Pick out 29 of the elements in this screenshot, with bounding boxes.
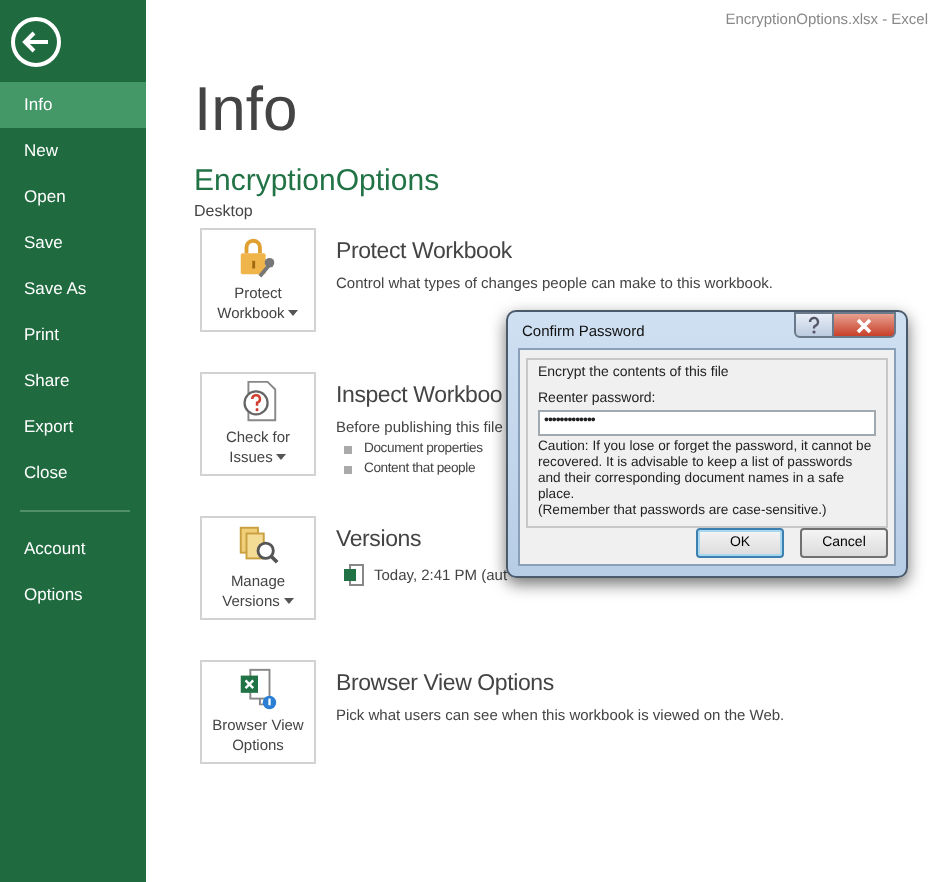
- section-heading: Versions: [336, 526, 424, 556]
- help-button[interactable]: [794, 312, 834, 338]
- section-heading: Inspect Workboo: [336, 382, 503, 412]
- close-icon: [856, 317, 872, 333]
- file-location: Desktop: [194, 202, 255, 220]
- nav-item[interactable]: Save: [0, 220, 146, 266]
- nav-item[interactable]: Open: [0, 174, 146, 220]
- caret-icon: [283, 597, 294, 604]
- caret-icon: [288, 309, 299, 316]
- nav-item[interactable]: New: [0, 128, 146, 174]
- bullet-icon: [344, 445, 352, 453]
- nav-item[interactable]: Save As: [0, 266, 146, 312]
- nav-item[interactable]: Print: [0, 312, 146, 358]
- nav-item[interactable]: Close: [0, 450, 146, 496]
- nav-item[interactable]: Export: [0, 404, 146, 450]
- documents-magnifier-icon: [234, 522, 282, 568]
- bullet-icon: [344, 465, 352, 473]
- section-heading: Browser View Options: [336, 670, 556, 700]
- nav-item[interactable]: Info: [0, 82, 146, 128]
- nav-item[interactable]: Account: [0, 526, 146, 572]
- section-heading: Protect Workbook: [336, 238, 514, 268]
- nav-item[interactable]: Options: [0, 572, 146, 618]
- page-title: Info: [194, 74, 300, 146]
- close-button[interactable]: [834, 312, 896, 338]
- nav-item[interactable]: Share: [0, 358, 146, 404]
- caret-icon: [276, 453, 287, 460]
- help-icon: [806, 316, 822, 334]
- file-name: EncryptionOptions: [194, 164, 442, 200]
- spreadsheet-file-icon: [344, 564, 364, 586]
